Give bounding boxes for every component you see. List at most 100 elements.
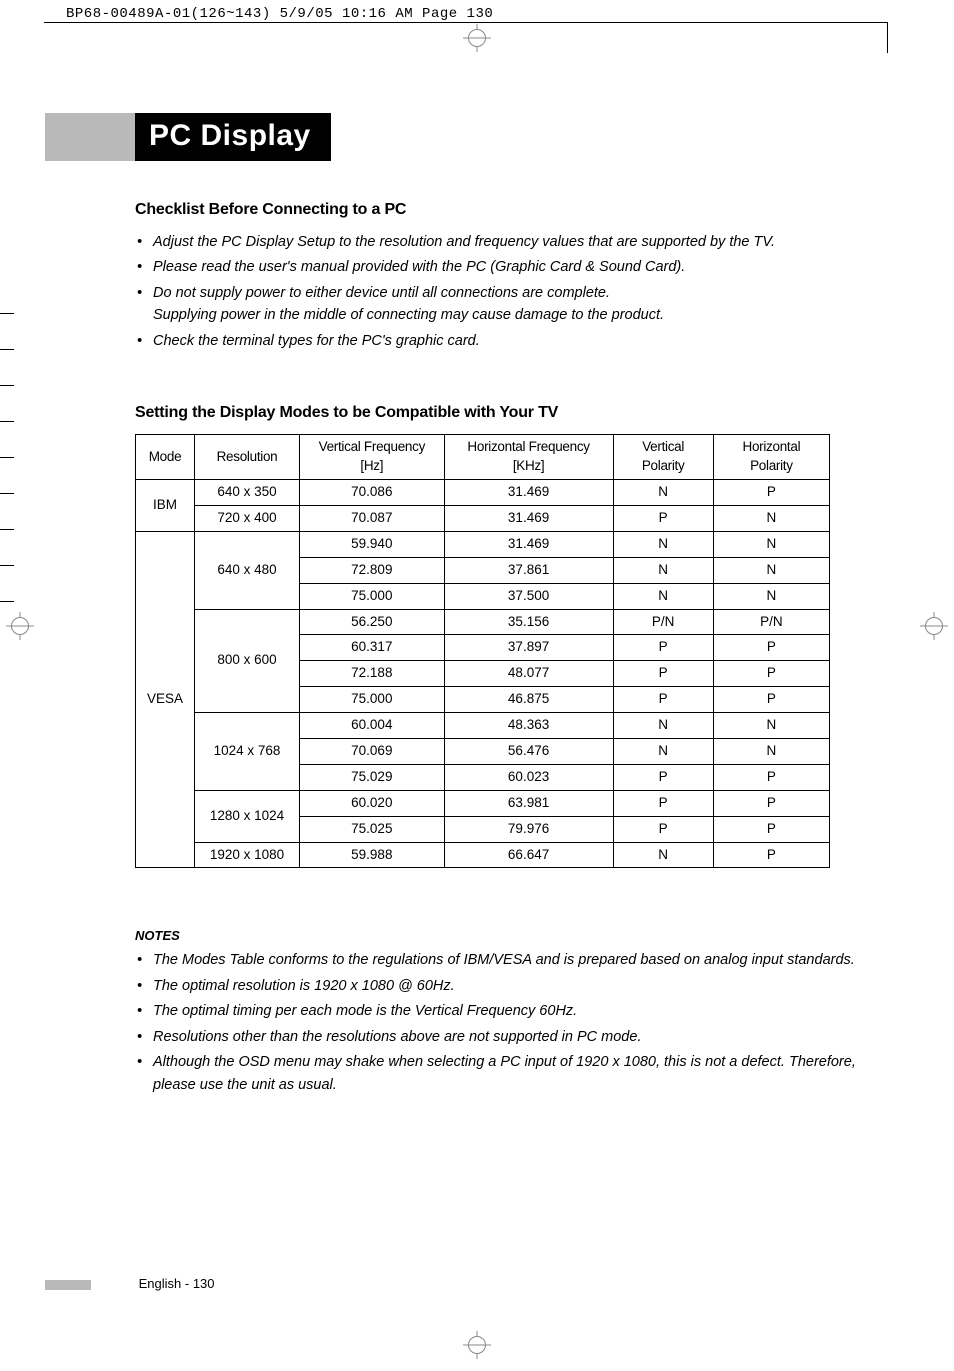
data-cell: 70.086: [300, 480, 445, 506]
list-item: Adjust the PC Display Setup to the resol…: [135, 231, 878, 253]
resolution-cell: 1280 x 1024: [195, 790, 300, 842]
data-cell: P: [713, 790, 829, 816]
data-cell: P: [713, 842, 829, 868]
data-cell: P: [713, 764, 829, 790]
data-cell: 37.861: [444, 557, 613, 583]
data-cell: 60.317: [300, 635, 445, 661]
column-header: Resolution: [195, 435, 300, 480]
registration-mark-icon: [463, 1331, 491, 1359]
table-row: 800 x 60056.25035.156P/NP/N: [136, 609, 830, 635]
checklist-list: Adjust the PC Display Setup to the resol…: [135, 231, 878, 352]
data-cell: N: [713, 506, 829, 532]
data-cell: N: [713, 557, 829, 583]
data-cell: 48.363: [444, 713, 613, 739]
registration-mark-icon: [463, 24, 491, 52]
list-item: Please read the user's manual provided w…: [135, 256, 878, 278]
data-cell: 70.069: [300, 739, 445, 765]
table-row: IBM640 x 35070.08631.469NP: [136, 480, 830, 506]
thumb-index-marks: [0, 313, 14, 637]
table-row: 1920 x 108059.98866.647NP: [136, 842, 830, 868]
data-cell: P/N: [613, 609, 713, 635]
data-cell: P: [613, 661, 713, 687]
data-cell: N: [713, 583, 829, 609]
data-cell: 46.875: [444, 687, 613, 713]
table-row: 720 x 40070.08731.469PN: [136, 506, 830, 532]
column-header: Vertical Frequency [Hz]: [300, 435, 445, 480]
data-cell: P: [613, 816, 713, 842]
data-cell: 72.809: [300, 557, 445, 583]
list-item: Do not supply power to either device unt…: [135, 282, 878, 327]
checklist-heading: Checklist Before Connecting to a PC: [135, 201, 878, 219]
notes-heading: NOTES: [135, 928, 878, 943]
data-cell: P: [613, 506, 713, 532]
resolution-cell: 640 x 350: [195, 480, 300, 506]
data-cell: P: [713, 480, 829, 506]
data-cell: 79.976: [444, 816, 613, 842]
data-cell: 60.023: [444, 764, 613, 790]
footer-bar-icon: [45, 1280, 91, 1290]
data-cell: 48.077: [444, 661, 613, 687]
table-row: VESA640 x 48059.94031.469NN: [136, 531, 830, 557]
data-cell: N: [613, 480, 713, 506]
data-cell: P: [613, 764, 713, 790]
data-cell: 66.647: [444, 842, 613, 868]
notes-list: The Modes Table conforms to the regulati…: [135, 949, 878, 1096]
data-cell: 63.981: [444, 790, 613, 816]
data-cell: P: [613, 687, 713, 713]
data-cell: 37.897: [444, 635, 613, 661]
footer-text: English - 130: [139, 1276, 215, 1291]
data-cell: 31.469: [444, 506, 613, 532]
data-cell: 75.000: [300, 687, 445, 713]
data-cell: 37.500: [444, 583, 613, 609]
display-modes-table: ModeResolutionVertical Frequency [Hz] Hor…: [135, 434, 830, 868]
data-cell: P: [713, 687, 829, 713]
column-header: Vertical Polarity: [613, 435, 713, 480]
data-cell: N: [713, 713, 829, 739]
page-title: PC Display: [135, 113, 331, 161]
data-cell: N: [713, 531, 829, 557]
list-item: Although the OSD menu may shake when sel…: [135, 1051, 878, 1096]
data-cell: 35.156: [444, 609, 613, 635]
data-cell: P: [713, 661, 829, 687]
data-cell: 60.020: [300, 790, 445, 816]
modes-heading: Setting the Display Modes to be Compatib…: [135, 404, 878, 422]
list-item: The optimal resolution is 1920 x 1080 @ …: [135, 975, 878, 997]
list-item: The optimal timing per each mode is the …: [135, 1000, 878, 1022]
data-cell: N: [613, 713, 713, 739]
data-cell: 31.469: [444, 480, 613, 506]
table-row: 1024 x 76860.00448.363NN: [136, 713, 830, 739]
data-cell: P/N: [713, 609, 829, 635]
column-header: Mode: [136, 435, 195, 480]
column-header: Horizontal Polarity: [713, 435, 829, 480]
mode-cell: VESA: [136, 531, 195, 868]
data-cell: 75.025: [300, 816, 445, 842]
page-footer: English - 130: [135, 1276, 878, 1291]
data-cell: 59.940: [300, 531, 445, 557]
data-cell: N: [613, 557, 713, 583]
list-item: Check the terminal types for the PC's gr…: [135, 330, 878, 352]
data-cell: N: [613, 739, 713, 765]
data-cell: N: [613, 583, 713, 609]
data-cell: P: [713, 816, 829, 842]
resolution-cell: 800 x 600: [195, 609, 300, 713]
data-cell: 31.469: [444, 531, 613, 557]
data-cell: N: [613, 842, 713, 868]
data-cell: P: [613, 635, 713, 661]
resolution-cell: 720 x 400: [195, 506, 300, 532]
list-item: The Modes Table conforms to the regulati…: [135, 949, 878, 971]
data-cell: 56.476: [444, 739, 613, 765]
data-cell: P: [613, 790, 713, 816]
resolution-cell: 1024 x 768: [195, 713, 300, 791]
data-cell: 56.250: [300, 609, 445, 635]
data-cell: 75.000: [300, 583, 445, 609]
page-title-band: PC Display: [45, 113, 878, 161]
resolution-cell: 640 x 480: [195, 531, 300, 609]
data-cell: N: [613, 531, 713, 557]
list-item: Resolutions other than the resolutions a…: [135, 1026, 878, 1048]
data-cell: P: [713, 635, 829, 661]
data-cell: 59.988: [300, 842, 445, 868]
table-row: 1280 x 102460.02063.981PP: [136, 790, 830, 816]
data-cell: 60.004: [300, 713, 445, 739]
prepress-header: BP68-00489A-01(126~143) 5/9/05 10:16 AM …: [0, 0, 954, 22]
data-cell: N: [713, 739, 829, 765]
